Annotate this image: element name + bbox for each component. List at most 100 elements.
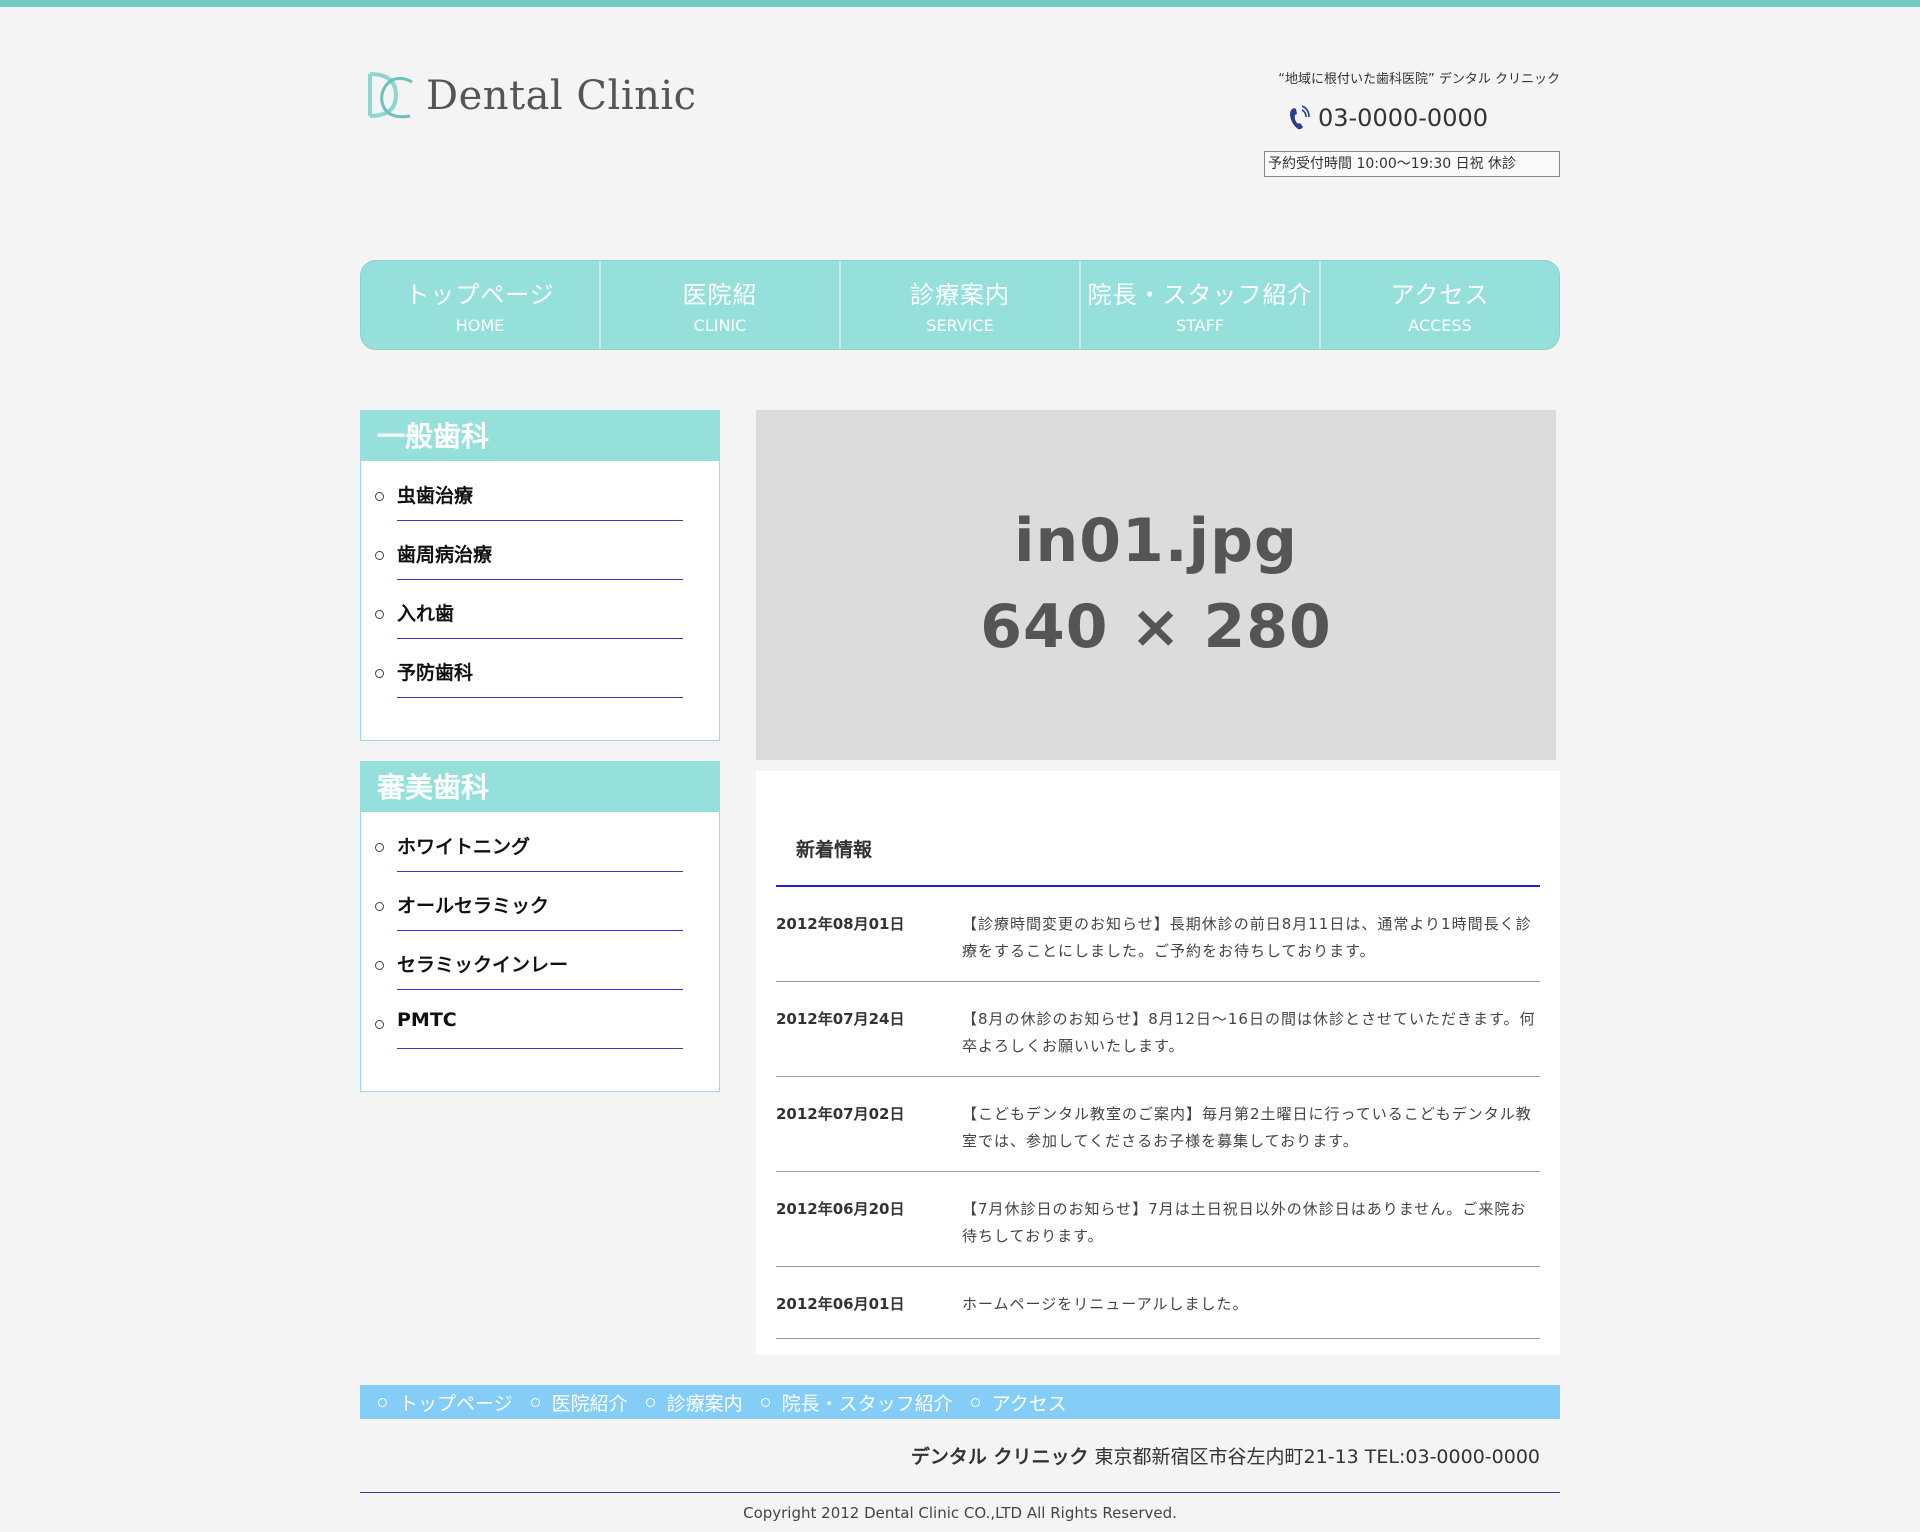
bullet-icon xyxy=(375,669,384,678)
sidebar-item-ceramic-inlay[interactable]: セラミックインレー xyxy=(361,936,719,995)
site-logo[interactable]: Dental Clinic xyxy=(362,66,697,126)
footer-link-label: トップページ xyxy=(399,1392,513,1415)
news-text: 【7月休診日のお知らせ】7月は土日祝日以外の休診日はありません。ご来院お待ちして… xyxy=(962,1200,1527,1245)
news-text: 【診療時間変更のお知らせ】長期休診の前日8月11日は、通常より1時間長く診療をす… xyxy=(962,915,1532,960)
news-text: 【こどもデンタル教室のご案内】毎月第2土曜日に行っているこどもデンタル教室では、… xyxy=(962,1105,1532,1150)
news-text: 【8月の休診のお知らせ】8月12日〜16日の間は休診とさせていただきます。何卒よ… xyxy=(962,1010,1536,1055)
divider xyxy=(397,871,683,872)
sidebar-item-label: オールセラミック xyxy=(397,895,550,917)
nav-item-service[interactable]: 診療案内 SERVICE xyxy=(841,261,1081,349)
bullet-icon xyxy=(375,961,384,970)
sidebar-item-pmtc[interactable]: PMTC xyxy=(361,995,719,1054)
news-item[interactable]: 2012年07月02日 【こどもデンタル教室のご案内】毎月第2土曜日に行っている… xyxy=(776,1101,1540,1172)
bullet-icon xyxy=(375,1020,384,1029)
footer-address: デンタル クリニック 東京都新宿区市谷左内町21-13 TEL:03-0000-… xyxy=(911,1442,1540,1469)
sidebar-cosmetic-dentistry: 審美歯科 ホワイトニング オールセラミック セラミックインレー PMTC xyxy=(360,761,720,1092)
global-nav: トップページ HOME 医院紹 CLINIC 診療案内 SERVICE 院長・ス… xyxy=(360,260,1560,350)
hero-filename: in01.jpg xyxy=(1013,506,1299,576)
sidebar-general-dentistry: 一般歯科 虫歯治療 歯周病治療 入れ歯 予防歯科 xyxy=(360,410,720,741)
footer-link-access[interactable]: アクセス xyxy=(970,1389,1067,1416)
sidebar-item-all-ceramic[interactable]: オールセラミック xyxy=(361,877,719,936)
sidebar-item-label: セラミックインレー xyxy=(397,954,569,976)
divider xyxy=(397,1048,683,1049)
divider xyxy=(397,930,683,931)
footer-link-home[interactable]: トップページ xyxy=(378,1389,513,1416)
nav-item-clinic[interactable]: 医院紹 CLINIC xyxy=(601,261,841,349)
sidebar-item-label: 歯周病治療 xyxy=(397,544,493,566)
hero-image-placeholder: in01.jpg 640 × 280 xyxy=(756,410,1556,760)
bullet-icon xyxy=(375,551,384,560)
divider xyxy=(397,579,683,580)
sidebar-heading: 一般歯科 xyxy=(361,411,719,461)
news-date: 2012年07月24日 xyxy=(776,1010,905,1028)
footer-link-clinic[interactable]: 医院紹介 xyxy=(530,1389,628,1416)
news-heading-rule xyxy=(776,885,1540,887)
nav-label-en: HOME xyxy=(455,316,505,335)
nav-label-en: SERVICE xyxy=(926,316,994,335)
sidebar-item-dentures[interactable]: 入れ歯 xyxy=(361,585,719,644)
bullet-icon xyxy=(375,843,384,852)
sidebar-item-label: PMTC xyxy=(397,1009,457,1031)
news-item[interactable]: 2012年07月24日 【8月の休診のお知らせ】8月12日〜16日の間は休診とさ… xyxy=(776,1006,1540,1077)
divider xyxy=(397,520,683,521)
nav-item-home[interactable]: トップページ HOME xyxy=(361,261,601,349)
nav-label-en: STAFF xyxy=(1175,316,1225,335)
sidebar-item-preventive[interactable]: 予防歯科 xyxy=(361,644,719,703)
hero-dimensions: 640 × 280 xyxy=(980,592,1332,662)
sidebar-item-label: 入れ歯 xyxy=(397,603,455,625)
nav-item-access[interactable]: アクセス ACCESS xyxy=(1321,261,1559,349)
sidebar-item-label: ホワイトニング xyxy=(397,836,531,858)
top-accent-bar xyxy=(0,0,1920,7)
footer-link-label: 院長・スタッフ紹介 xyxy=(781,1392,953,1415)
sidebar-item-label: 虫歯治療 xyxy=(397,485,474,507)
bullet-icon xyxy=(760,1397,770,1407)
news-date: 2012年06月01日 xyxy=(776,1295,905,1313)
footer-link-service[interactable]: 診療案内 xyxy=(645,1389,743,1416)
nav-label-jp: 院長・スタッフ紹介 xyxy=(1087,281,1313,309)
news-date: 2012年07月02日 xyxy=(776,1105,905,1123)
phone-icon xyxy=(1289,105,1310,130)
sidebar-list: ホワイトニング オールセラミック セラミックインレー PMTC xyxy=(361,812,719,1054)
bullet-icon xyxy=(375,610,384,619)
sidebar-item-label: 予防歯科 xyxy=(397,662,474,684)
divider xyxy=(397,697,683,698)
copyright: Copyright 2012 Dental Clinic CO.,LTD All… xyxy=(743,1504,1177,1522)
footer-link-staff[interactable]: 院長・スタッフ紹介 xyxy=(760,1389,953,1416)
bullet-icon xyxy=(375,902,384,911)
footer-clinic-name: デンタル クリニック xyxy=(910,1446,1089,1468)
nav-item-staff[interactable]: 院長・スタッフ紹介 STAFF xyxy=(1081,261,1321,349)
news-date: 2012年06月20日 xyxy=(776,1200,905,1218)
bullet-icon xyxy=(970,1397,980,1407)
divider xyxy=(397,638,683,639)
phone-number: 03-0000-0000 xyxy=(1317,104,1488,132)
sidebar-list: 虫歯治療 歯周病治療 入れ歯 予防歯科 xyxy=(361,461,719,703)
nav-label-en: ACCESS xyxy=(1408,316,1472,335)
footer-address-text: 東京都新宿区市谷左内町21-13 TEL:03-0000-0000 xyxy=(1094,1446,1540,1468)
footer-nav: トップページ 医院紹介 診療案内 院長・スタッフ紹介 アクセス xyxy=(360,1385,1560,1419)
news-item[interactable]: 2012年06月20日 【7月休診日のお知らせ】7月は土日祝日以外の休診日はあり… xyxy=(776,1196,1540,1267)
nav-label-jp: アクセス xyxy=(1390,281,1490,309)
news-text: ホームページをリニューアルしました。 xyxy=(962,1295,1249,1313)
sidebar-item-whitening[interactable]: ホワイトニング xyxy=(361,818,719,877)
sidebar-item-periodontal[interactable]: 歯周病治療 xyxy=(361,526,719,585)
nav-label-jp: 診療案内 xyxy=(910,281,1010,309)
news-item[interactable]: 2012年08月01日 【診療時間変更のお知らせ】長期休診の前日8月11日は、通… xyxy=(776,911,1540,982)
bullet-icon xyxy=(375,492,384,501)
header-tagline: “地域に根付いた歯科医院” デンタル クリニック xyxy=(1278,72,1560,87)
footer-rule xyxy=(360,1492,1560,1493)
sidebar-heading: 審美歯科 xyxy=(361,762,719,812)
news-section: 新着情報 2012年08月01日 【診療時間変更のお知らせ】長期休診の前日8月1… xyxy=(756,771,1560,1355)
sidebar-item-cavity[interactable]: 虫歯治療 xyxy=(361,467,719,526)
nav-label-jp: トップページ xyxy=(405,281,555,309)
news-date: 2012年08月01日 xyxy=(776,915,905,933)
logo-text: Dental Clinic xyxy=(426,73,697,119)
bullet-icon xyxy=(530,1397,540,1407)
footer-link-label: 医院紹介 xyxy=(551,1392,628,1415)
nav-label-jp: 医院紹 xyxy=(682,281,758,309)
nav-label-en: CLINIC xyxy=(693,316,747,335)
footer-link-label: アクセス xyxy=(991,1392,1067,1415)
footer-link-label: 診療案内 xyxy=(666,1392,743,1415)
reservation-hours: 予約受付時間 10:00〜19:30 日祝 休診 xyxy=(1264,151,1560,177)
news-item[interactable]: 2012年06月01日 ホームページをリニューアルしました。 xyxy=(776,1291,1540,1339)
header-phone[interactable]: 03-0000-0000 xyxy=(1288,104,1488,132)
